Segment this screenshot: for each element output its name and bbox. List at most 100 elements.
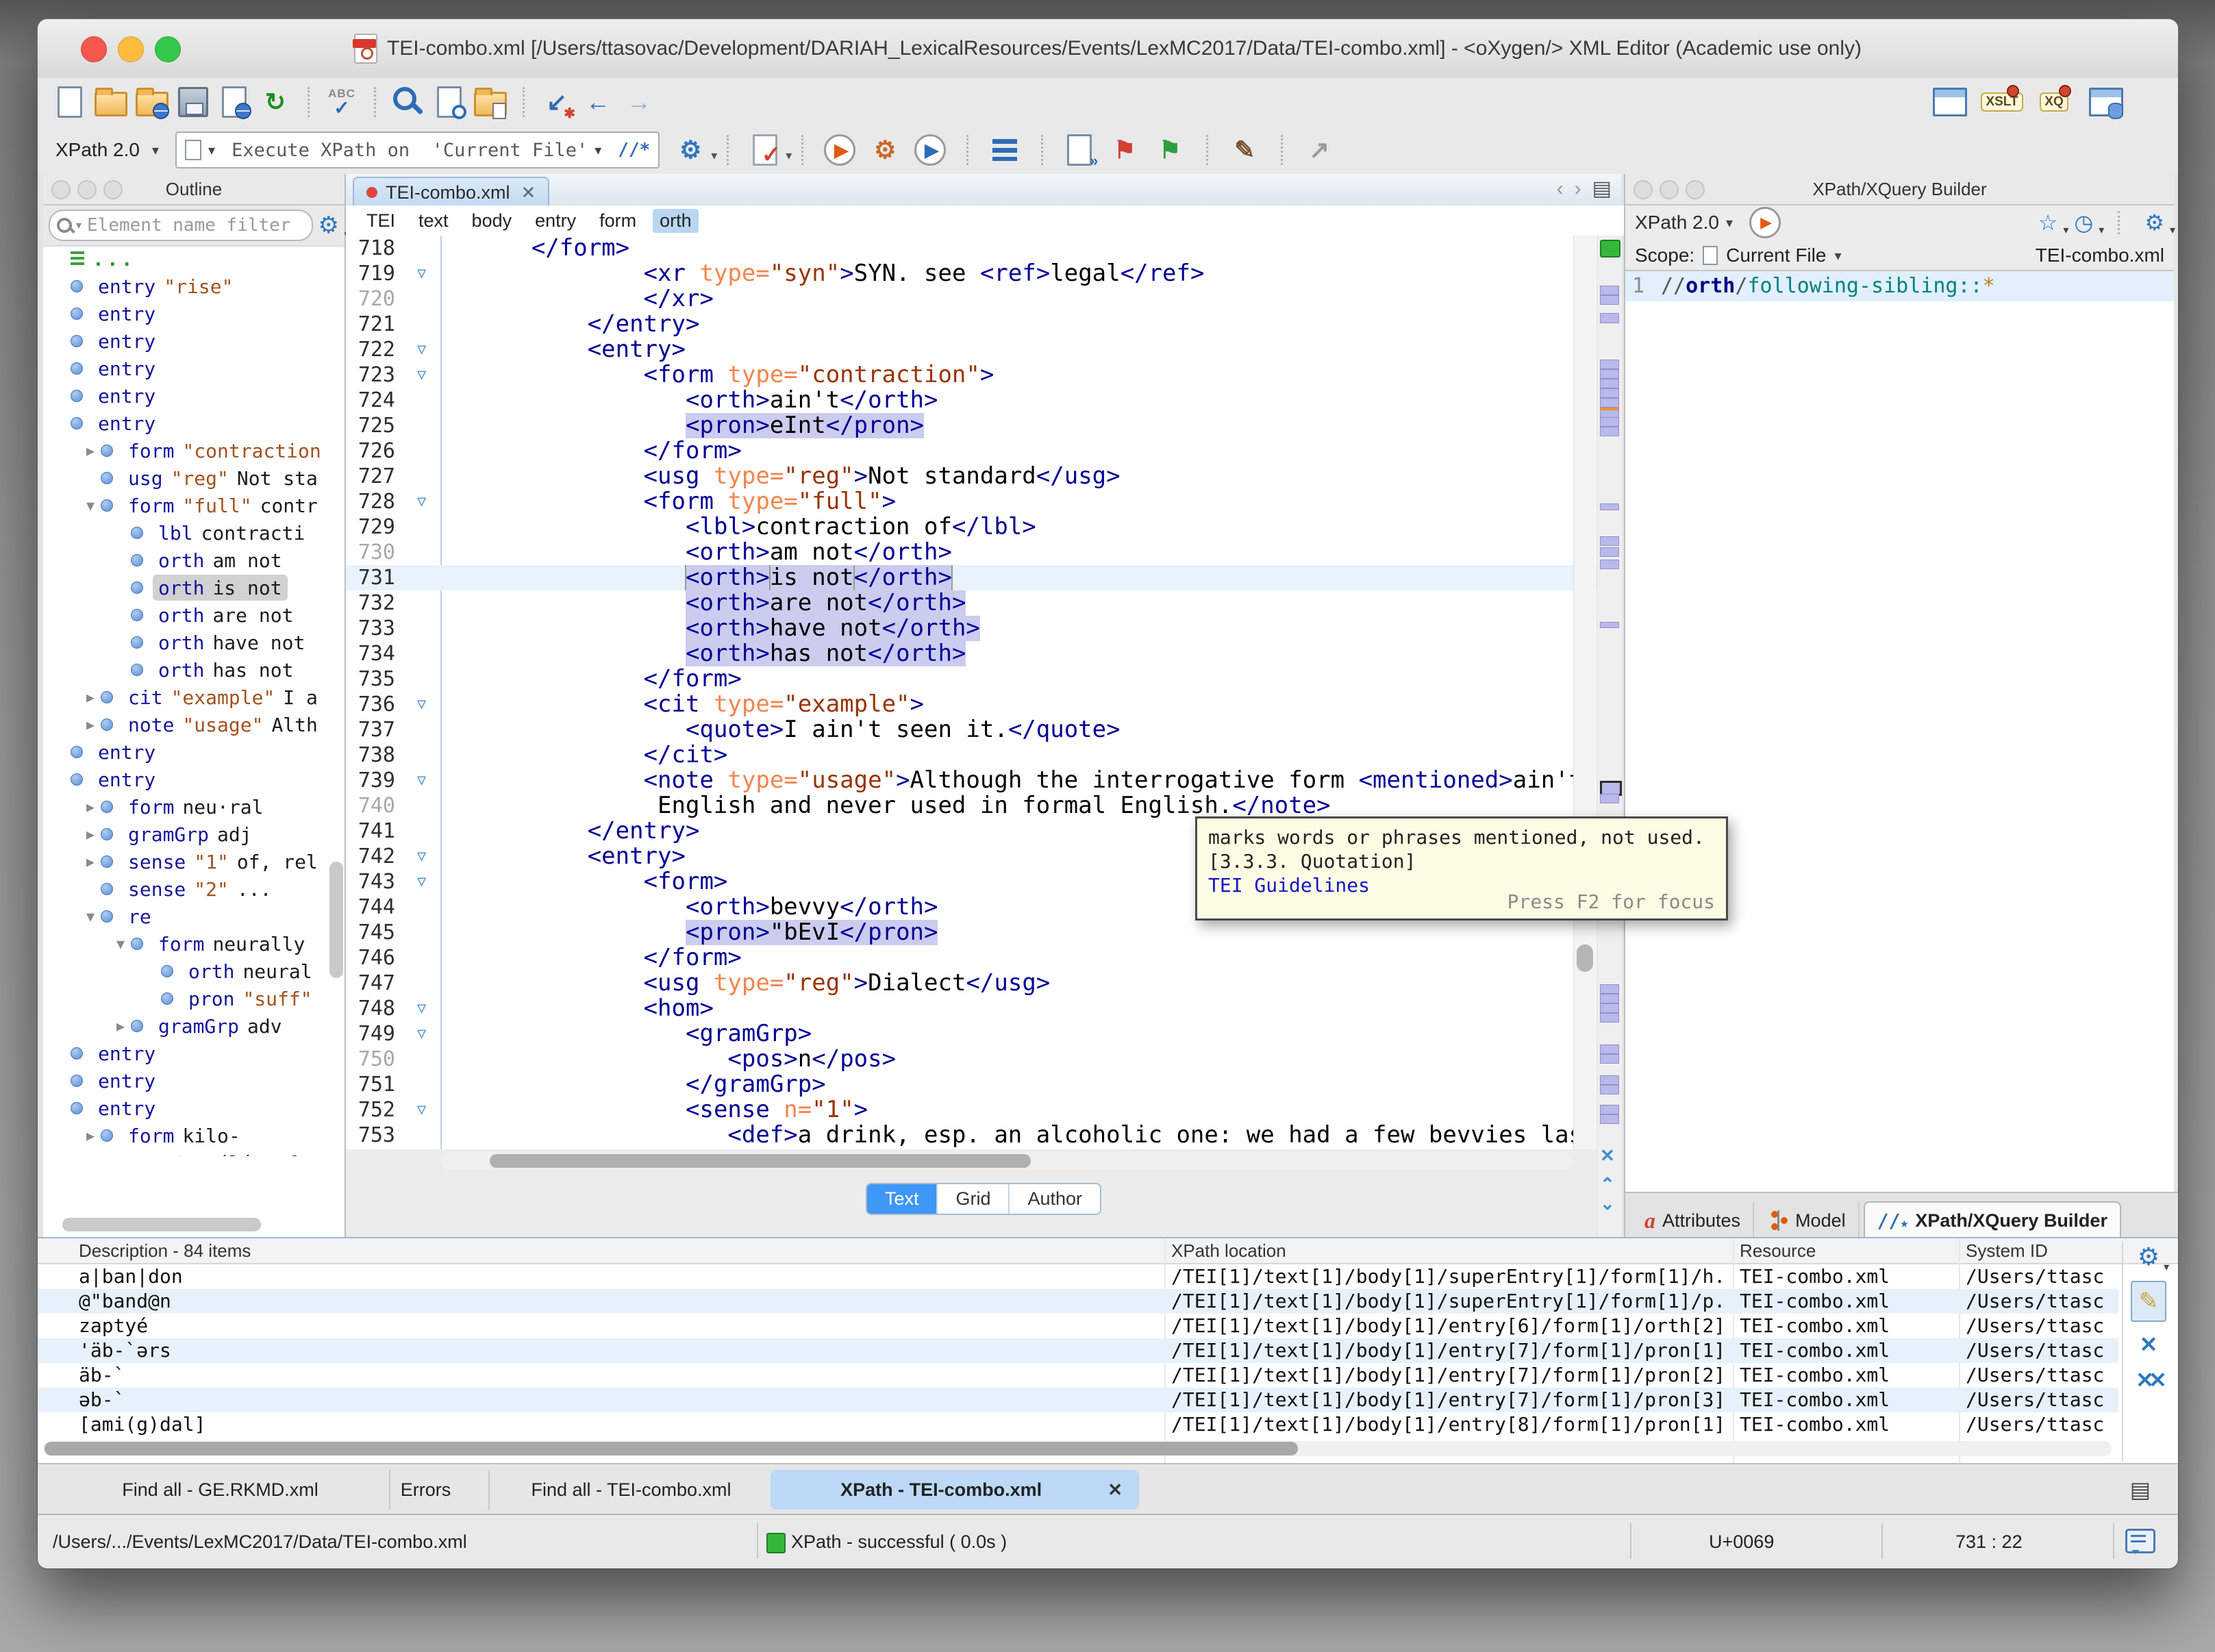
outline-item[interactable]: ▶note"usage"Alth [43,711,327,738]
expand-icon[interactable]: ▶ [80,1127,101,1144]
outline-item[interactable]: entry [43,327,327,355]
fold-icon[interactable]: ▽ [417,1021,439,1047]
fold-icon[interactable]: ▽ [417,869,439,894]
editor-vertical-scrollbar[interactable] [1573,236,1596,1149]
code-line-751[interactable]: 751 </gramGrp> [346,1072,1621,1097]
result-marker[interactable] [1600,994,1619,1003]
result-marker[interactable] [1600,379,1619,388]
outline-item[interactable]: usg"reg"Not sta [43,464,327,492]
code-line-728[interactable]: 728▽ <form type="full"> [346,489,1621,514]
code-line-725[interactable]: 725 <pron>eInt</pron> [346,413,1621,438]
result-marker[interactable] [1600,313,1619,323]
result-row[interactable]: äb-`/TEI[1]/text[1]/body[1]/entry[7]/for… [38,1363,2118,1388]
builder-settings-icon[interactable]: ⚙ [2144,210,2164,236]
highlight-results-icon[interactable]: ✎ [2131,1281,2166,1322]
notifications-icon[interactable] [2125,1529,2155,1553]
expand-icon[interactable]: ▶ [80,826,101,842]
result-marker[interactable] [1600,417,1619,427]
result-marker[interactable] [1600,1085,1619,1094]
xpath-favorites-icon[interactable]: //* [618,140,650,160]
code-line-745[interactable]: 745 <pron>"bEvI</pron> [346,920,1621,945]
scroll-tabs-right-icon[interactable]: › [1575,177,1581,201]
code-line-733[interactable]: 733 <orth>have not</orth> [346,616,1621,641]
new-document-icon[interactable] [53,85,87,119]
code-editor[interactable]: 718 </form>719▽ <xr type="syn">SYN. see … [346,236,1621,1149]
xpath-settings-icon[interactable]: ⚙▾ [673,133,708,167]
validation-ok-icon[interactable] [1600,240,1620,258]
breadcrumb-item-TEI[interactable]: TEI [366,210,395,231]
pin-green-icon[interactable]: ⚑ [1153,133,1187,167]
results-horizontal-scrollbar[interactable] [43,1441,2112,1456]
code-line-747[interactable]: 747 <usg type="reg">Dialect</usg> [346,971,1621,996]
go-to-last-modification-icon[interactable]: ↙ [540,85,574,119]
outline-item[interactable]: ▶gramGrpadv [43,1012,327,1040]
code-line-732[interactable]: 732 <orth>are not</orth> [346,590,1621,616]
resource-column-header[interactable]: Resource [1740,1240,1816,1262]
element-filter-input[interactable] [86,214,304,236]
scrollbar-thumb[interactable] [490,1154,1031,1168]
find-replace-in-files-icon[interactable] [473,85,508,119]
execute-xpath-icon[interactable] [1749,207,1781,238]
debug-xslt-icon[interactable]: XSLT [1985,85,2019,119]
builder-tab-attributes[interactable]: aAttributes [1632,1203,1754,1238]
result-marker[interactable] [1600,560,1619,569]
outline-item[interactable]: ▶gramGrpélém. fo [43,1149,327,1156]
review-edit-icon[interactable]: ✎ [1227,133,1262,167]
editor-horizontal-scrollbar[interactable] [442,1152,1572,1170]
result-marker[interactable] [1600,1003,1619,1013]
result-marker[interactable] [1600,369,1619,379]
result-marker[interactable] [1600,536,1619,546]
breadcrumb-item-form[interactable]: form [599,210,636,231]
outline-item[interactable]: entry [43,355,327,382]
code-line-737[interactable]: 737 <quote>I ain't seen it.</quote> [346,717,1621,742]
code-line-730[interactable]: 730 <orth>am not</orth> [346,540,1621,565]
code-line-740[interactable]: 740 English and never used in formal Eng… [346,793,1621,818]
expand-icon[interactable]: ▶ [80,853,101,870]
outline-item[interactable]: orthhas not [43,656,327,684]
outline-item[interactable]: entry [43,738,327,766]
format-indent-icon[interactable] [988,133,1022,167]
view-tab-find-all-ge-rkmd-xml[interactable]: Find all - GE.RKMD.xml [51,1470,390,1510]
history-clock-icon[interactable]: ◷ [2074,210,2093,236]
scroll-tabs-left-icon[interactable]: ‹ [1557,177,1564,201]
mode-grid-button[interactable]: Grid [936,1184,1008,1214]
code-line-721[interactable]: 721 </entry> [346,312,1621,337]
result-marker[interactable] [1600,1054,1619,1064]
navigate-back-icon[interactable]: ← [581,85,615,119]
code-line-749[interactable]: 749▽ <gramGrp> [346,1021,1621,1047]
debug-xquery-icon[interactable]: XQ [2037,85,2071,119]
fold-icon[interactable]: ▽ [417,337,439,362]
fold-icon[interactable]: ▽ [417,261,439,286]
result-row[interactable]: əb-`/TEI[1]/text[1]/body[1]/entry[7]/for… [38,1388,2118,1412]
result-marker[interactable] [1600,622,1619,628]
outline-item[interactable]: entry [43,410,327,437]
outline-item[interactable]: ▼form"full"contr [43,492,327,519]
navigate-forward-icon[interactable]: → [622,85,656,119]
code-line-722[interactable]: 722▽ <entry> [346,337,1621,362]
outline-item[interactable]: orthis not [43,574,327,601]
scrollbar-thumb[interactable] [1577,944,1593,972]
result-marker[interactable] [1600,388,1619,398]
view-tab-xpath-tei-combo-xml[interactable]: XPath - TEI-combo.xml✕ [771,1470,1139,1510]
expand-icon[interactable]: ▶ [80,689,101,705]
xpath-version-dropdown[interactable]: XPath 2.0 [55,139,140,161]
debug-transformation-icon[interactable] [913,133,947,167]
outline-item[interactable]: orthare not [43,601,327,629]
code-line-734[interactable]: 734 <orth>has not</orth> [346,641,1621,666]
code-line-746[interactable]: 746 </form> [346,945,1621,971]
validate-icon[interactable]: ▾ [748,133,782,167]
breadcrumb-item-orth[interactable]: orth [653,209,699,233]
result-marker[interactable] [1600,1013,1619,1023]
outline-item[interactable]: ▼formneurally [43,930,327,958]
collapse-icon[interactable]: ▼ [80,497,101,514]
fold-icon[interactable]: ▽ [417,996,439,1021]
result-row[interactable]: zaptyé/TEI[1]/text[1]/body[1]/entry[6]/f… [38,1314,2118,1338]
outline-horizontal-scrollbar[interactable] [62,1218,261,1231]
result-row[interactable]: @"band@n/TEI[1]/text[1]/body[1]/superEnt… [38,1289,2118,1314]
outline-item[interactable]: ortham not [43,547,327,574]
expand-icon[interactable]: ▶ [80,799,101,815]
results-settings-icon[interactable]: ⚙ [2138,1242,2160,1271]
view-list-icon[interactable]: ▤ [2130,1477,2151,1503]
scope-dropdown[interactable]: Current File [1726,245,1826,266]
open-url-icon[interactable] [135,85,169,119]
